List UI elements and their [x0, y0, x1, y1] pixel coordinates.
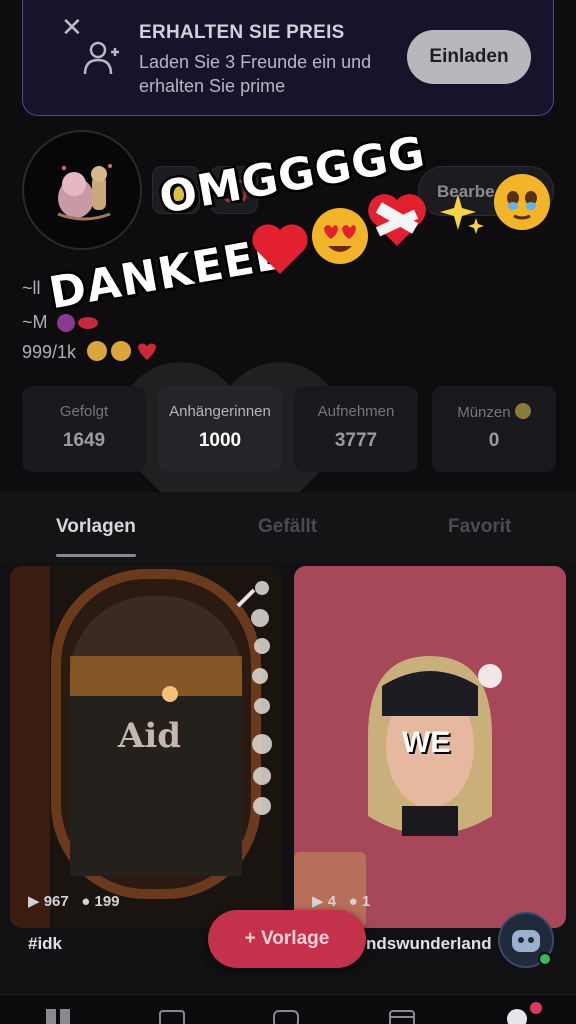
bandaged-heart-emoji-icon — [368, 194, 426, 246]
invite-banner: ✕ ERHALTEN SIE PREIS Laden Sie 3 Freunde… — [22, 0, 554, 116]
template-card[interactable]: Aid ▶ 967 ● 199 — [10, 566, 282, 928]
card-stats: ▶ 4 ● 1 — [312, 892, 370, 910]
stat-value: 3777 — [334, 430, 378, 451]
play-count: 4 — [327, 893, 337, 910]
add-friend-icon — [83, 41, 119, 75]
close-icon[interactable]: ✕ — [61, 14, 87, 40]
play-icon: ▶ — [28, 893, 40, 910]
banner-subtitle: Laden Sie 3 Freunde ein und erhalten Sie… — [139, 52, 372, 96]
stat-coins[interactable]: Münzen 0 — [432, 386, 556, 472]
red-heart-emoji-icon — [252, 224, 308, 274]
card-stats: ▶ 967 ● 199 — [28, 892, 120, 910]
comment-icon: ● — [348, 893, 358, 910]
stat-label: Münzen — [432, 403, 556, 421]
heart-eyes-emoji-icon — [312, 208, 368, 264]
comment-icon: ● — [81, 893, 91, 910]
emoji-group-icon — [87, 341, 156, 361]
stat-value: 1649 — [62, 430, 106, 451]
teary-smile-emoji-icon — [494, 174, 550, 230]
bio-line-1: ~ll — [22, 278, 41, 298]
tab-liked[interactable]: Gefällt — [258, 516, 317, 538]
bio-line-3: 999/1k — [22, 342, 77, 362]
home-icon[interactable] — [44, 1005, 74, 1024]
play-count: 967 — [43, 893, 69, 910]
create-template-button[interactable]: + Vorlage — [208, 910, 366, 968]
stat-label: Aufnehmen — [317, 403, 395, 420]
explore-icon[interactable] — [158, 1005, 188, 1024]
stat-label: Anhängerinnen — [169, 403, 271, 420]
card-title[interactable]: ndswunderland — [366, 934, 492, 954]
stat-following[interactable]: Gefolgt 1649 — [22, 386, 146, 472]
tab-active-indicator — [56, 554, 136, 557]
invite-button[interactable]: Einladen — [407, 30, 531, 84]
online-status-indicator — [538, 952, 552, 966]
stat-label: Gefolgt — [59, 403, 109, 420]
banner-title: ERHALTEN SIE PREIS — [139, 22, 345, 43]
tab-favorites[interactable]: Favorit — [448, 516, 511, 538]
template-card[interactable]: WE ▶ 4 ● 1 — [294, 566, 566, 928]
content-tabs: Vorlagen Gefällt Favorit — [0, 492, 576, 562]
stat-label-text: Münzen — [457, 404, 511, 421]
tab-templates[interactable]: Vorlagen — [56, 516, 136, 538]
coin-icon — [514, 403, 531, 419]
stat-recordings[interactable]: Aufnehmen 3777 — [294, 386, 418, 472]
bottom-navigation — [0, 994, 576, 1024]
create-icon[interactable] — [272, 1005, 302, 1024]
notification-dot — [530, 1002, 542, 1014]
bio-line-2: ~M — [22, 312, 48, 332]
sparkles-emoji-icon — [440, 194, 484, 234]
card-title[interactable]: #idk — [28, 934, 62, 954]
stat-value: 0 — [488, 430, 500, 451]
profile-icon[interactable] — [502, 1005, 532, 1024]
card-overlay-text: WE — [402, 726, 451, 759]
stat-followers[interactable]: Anhängerinnen 1000 — [158, 386, 282, 472]
comment-count: 1 — [361, 893, 371, 910]
card-overlay-text: Aid — [118, 716, 182, 756]
profile-avatar[interactable] — [22, 130, 142, 250]
inbox-icon[interactable] — [388, 1005, 418, 1024]
comment-count: 199 — [94, 893, 120, 910]
play-icon: ▶ — [312, 893, 324, 910]
avatar-artwork — [26, 134, 140, 248]
stat-value: 1000 — [198, 430, 242, 451]
